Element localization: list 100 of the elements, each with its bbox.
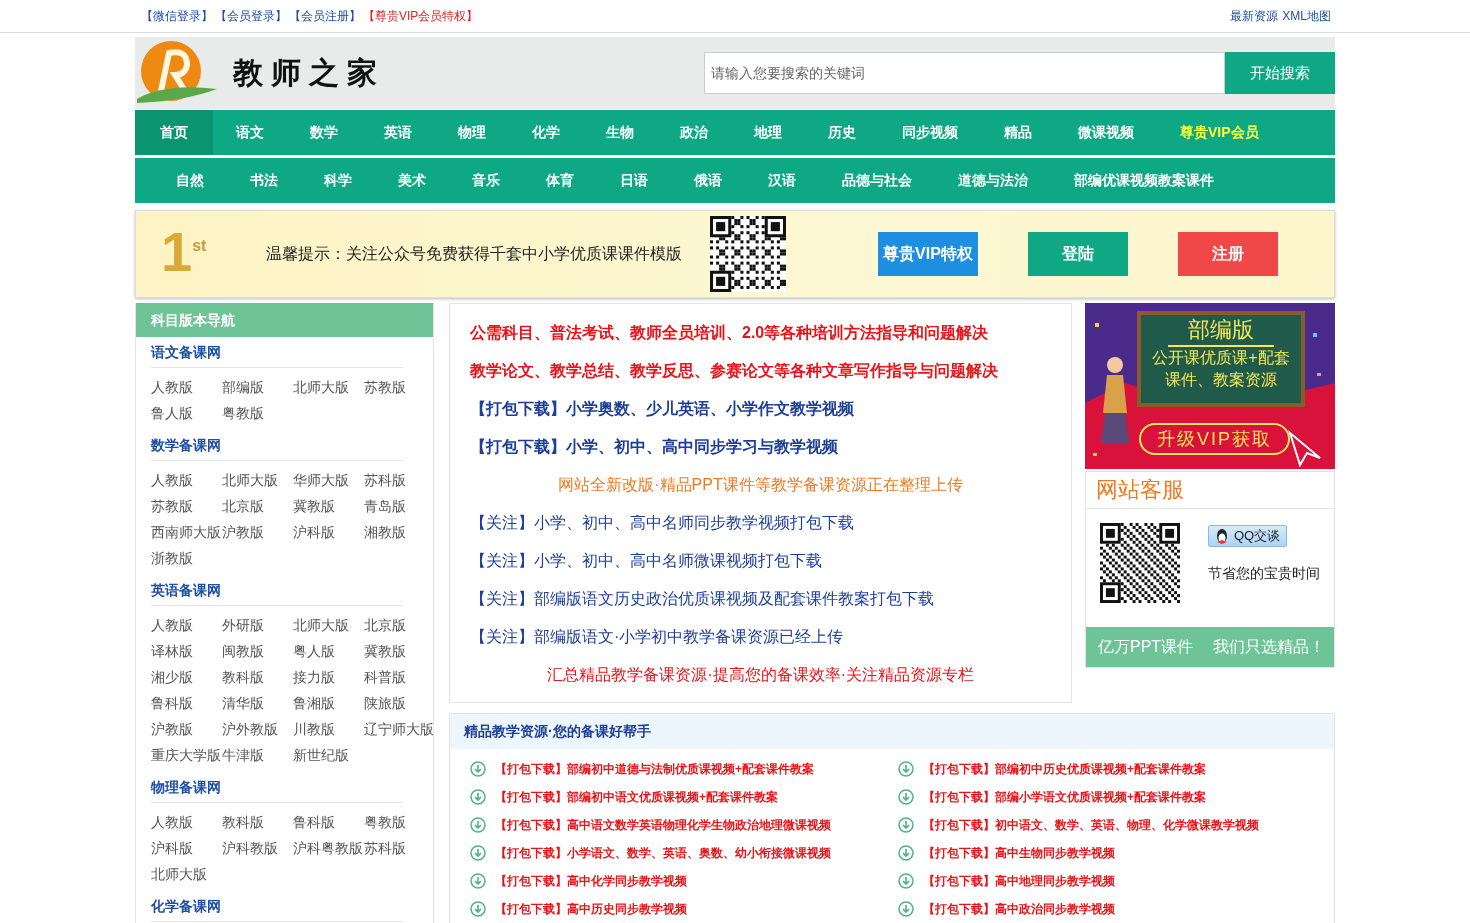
version-link[interactable]: 鲁科版	[151, 690, 222, 716]
resource-link[interactable]: 【打包下载】高中历史同步教学视频	[470, 895, 898, 923]
resource-link[interactable]: 【打包下载】高中化学同步教学视频	[470, 867, 898, 895]
download-icon	[470, 789, 486, 805]
version-link[interactable]: 粤教版	[222, 400, 293, 426]
announcement-link[interactable]: 公需科目、普法考试、教师全员培训、2.0等各种培训方法指导和问题解决	[470, 324, 989, 341]
version-link[interactable]: 苏教版	[151, 493, 222, 519]
version-link[interactable]: 粤人版	[293, 638, 364, 664]
version-link[interactable]: 苏科版	[364, 467, 435, 493]
announcement-link[interactable]: 【关注】部编版语文历史政治优质课视频及配套课件教案打包下载	[470, 590, 934, 607]
announcement-link[interactable]: 教学论文、教学总结、教学反思、参赛论文等各种文章写作指导与问题解决	[470, 362, 998, 379]
download-icon	[898, 845, 914, 861]
penguin-icon	[1215, 528, 1229, 544]
download-icon	[898, 901, 914, 917]
top-link[interactable]: 【会员注册】	[289, 7, 361, 25]
version-link[interactable]: 鲁科版	[293, 809, 364, 835]
rank-mark: 1$^{st}$	[161, 219, 207, 284]
version-link[interactable]: 北师大版	[151, 861, 222, 887]
version-link[interactable]: 冀教版	[364, 638, 435, 664]
version-link[interactable]: 部编版	[222, 374, 293, 400]
resource-link[interactable]: 【打包下载】小学语文、数学、英语、奥数、幼小衔接微课视频	[470, 839, 898, 867]
version-link[interactable]: 译林版	[151, 638, 222, 664]
version-link[interactable]: 川教版	[293, 716, 364, 742]
version-link[interactable]: 北京版	[364, 612, 435, 638]
section-title[interactable]: 英语备课网	[151, 575, 403, 606]
version-link[interactable]: 北师大版	[293, 374, 364, 400]
version-link[interactable]: 沪教版	[151, 716, 222, 742]
version-link[interactable]: 浙教版	[151, 545, 222, 571]
version-link[interactable]: 沪科版	[293, 519, 364, 545]
version-link[interactable]: 教科版	[222, 809, 293, 835]
version-link[interactable]: 苏教版	[364, 374, 435, 400]
resource-link[interactable]: 【打包下载】高中政治同步教学视频	[898, 895, 1326, 923]
version-link[interactable]: 人教版	[151, 467, 222, 493]
version-link[interactable]: 冀教版	[293, 493, 364, 519]
action-button[interactable]: 注册	[1178, 232, 1278, 276]
version-link[interactable]: 牛津版	[222, 742, 293, 768]
version-link[interactable]: 外研版	[222, 612, 293, 638]
version-link[interactable]: 人教版	[151, 809, 222, 835]
upgrade-button[interactable]: 升级VIP获取	[1139, 423, 1290, 455]
version-link[interactable]: 人教版	[151, 612, 222, 638]
version-link[interactable]: 教科版	[222, 664, 293, 690]
version-link[interactable]: 清华版	[222, 690, 293, 716]
version-link[interactable]: 西南师大版	[151, 519, 222, 545]
resource-link[interactable]: 【打包下载】部编初中道德与法制优质课视频+配套课件教案	[470, 755, 898, 783]
top-link[interactable]: 最新资源	[1230, 7, 1279, 25]
announcement-link[interactable]: 【关注】小学、初中、高中名师同步教学视频打包下载	[470, 514, 854, 531]
version-link[interactable]: 鲁人版	[151, 400, 222, 426]
search-field[interactable]: 请输入您要搜索的关键词	[704, 52, 1225, 94]
version-link[interactable]: 科普版	[364, 664, 435, 690]
section-title[interactable]: 物理备课网	[151, 772, 403, 803]
version-link[interactable]: 陕旅版	[364, 690, 435, 716]
service-title: 网站客服	[1086, 472, 1334, 509]
version-link[interactable]: 人教版	[151, 374, 222, 400]
download-icon	[470, 873, 486, 889]
notice-text: 温馨提示：关注公众号免费获得千套中小学优质课课件模版	[266, 243, 683, 264]
qq-chat-button[interactable]: QQ交谈	[1208, 525, 1288, 547]
nav-tab[interactable]: 首页	[135, 110, 213, 155]
resource-link[interactable]: 【打包下载】高中语文数学英语物理化学生物政治地理微课视频	[470, 811, 898, 839]
banner-heading: 部编版	[1168, 315, 1274, 347]
resource-link[interactable]: 【打包下载】部编初中语文优质课视频+配套课件教案	[470, 783, 898, 811]
resource-link[interactable]: 【打包下载】高中生物同步教学视频	[898, 839, 1326, 867]
version-link[interactable]: 重庆大学版	[151, 742, 222, 768]
version-link[interactable]: 青岛版	[364, 493, 435, 519]
top-link[interactable]: XML地图	[1282, 7, 1331, 25]
download-icon	[470, 817, 486, 833]
version-link[interactable]: 沪科粤教版	[293, 835, 364, 861]
section-title[interactable]: 数学备课网	[151, 430, 403, 461]
section-title[interactable]: 化学备课网	[151, 891, 403, 922]
version-link[interactable]: 北师大版	[293, 612, 364, 638]
section-title[interactable]: 语文备课网	[151, 337, 403, 368]
announcement-link[interactable]: 【关注】部编版语文·小学初中教学备课资源已经上传	[470, 628, 844, 645]
version-link[interactable]: 沪外教版	[222, 716, 293, 742]
top-link[interactable]: 【尊贵VIP会员特权】	[363, 7, 479, 25]
version-link[interactable]: 湘少版	[151, 664, 222, 690]
announcement-link[interactable]: 【打包下载】小学、初中、高中同步学习与教学视频	[470, 438, 838, 455]
version-link[interactable]: 北京版	[222, 493, 293, 519]
version-link[interactable]: 沪科版	[151, 835, 222, 861]
version-link[interactable]: 华师大版	[293, 467, 364, 493]
version-link[interactable]: 粤教版	[364, 809, 435, 835]
announcement-link[interactable]: 【关注】小学、初中、高中名师微课视频打包下载	[470, 552, 822, 569]
version-link[interactable]: 苏科版	[364, 835, 435, 861]
download-icon	[470, 761, 486, 777]
resource-link[interactable]: 【打包下载】部编初中历史优质课视频+配套课件教案	[898, 755, 1326, 783]
top-link[interactable]: 【微信登录】	[141, 7, 213, 25]
version-link[interactable]: 辽宁师大版	[364, 716, 435, 742]
version-link[interactable]: 沪教版	[222, 519, 293, 545]
version-link[interactable]: 接力版	[293, 664, 364, 690]
resource-link[interactable]: 【打包下载】高中地理同步教学视频	[898, 867, 1326, 895]
version-link[interactable]: 北师大版	[222, 467, 293, 493]
version-link[interactable]: 鲁湘版	[293, 690, 364, 716]
announcement-link[interactable]: 【打包下载】小学奥数、少儿英语、小学作文教学视频	[470, 400, 854, 417]
version-link[interactable]: 闽教版	[222, 638, 293, 664]
resource-link[interactable]: 【打包下载】初中语文、数学、英语、物理、化学微课教学视频	[898, 811, 1326, 839]
service-note: 节省您的宝贵时间	[1208, 565, 1320, 583]
announcement-link[interactable]: 汇总精品教学备课资源·提高您的备课效率·关注精品资源专栏	[547, 666, 974, 683]
top-link[interactable]: 【会员登录】	[215, 7, 287, 25]
version-link[interactable]: 沪科教版	[222, 835, 293, 861]
version-link[interactable]: 新世纪版	[293, 742, 364, 768]
resource-link[interactable]: 【打包下载】部编小学语文优质课视频+配套课件教案	[898, 783, 1326, 811]
version-link[interactable]: 湘教版	[364, 519, 435, 545]
